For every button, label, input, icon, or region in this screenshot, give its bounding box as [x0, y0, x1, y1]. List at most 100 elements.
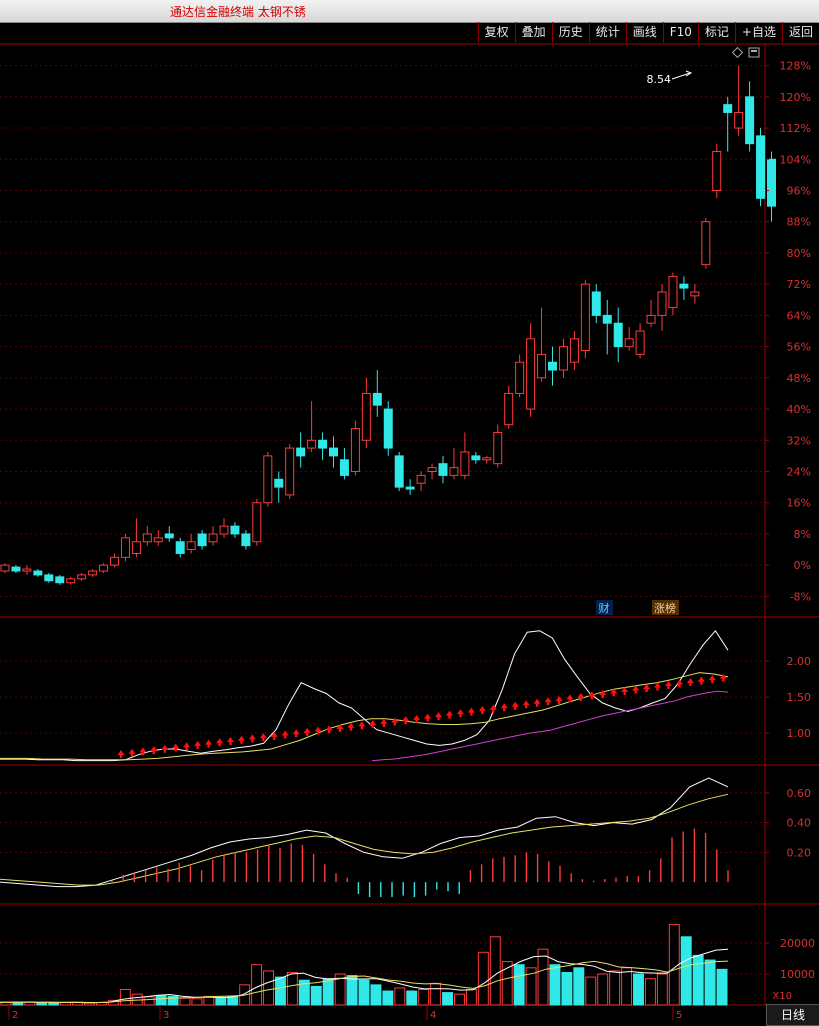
candle[interactable]	[723, 96, 733, 152]
window-icon[interactable]	[748, 47, 760, 58]
candle-body	[219, 525, 229, 535]
candle[interactable]	[131, 518, 141, 558]
candle[interactable]	[745, 81, 755, 152]
candle-body	[569, 338, 579, 363]
candle[interactable]	[208, 526, 218, 546]
candle[interactable]	[285, 444, 295, 499]
candle[interactable]	[230, 522, 240, 538]
daily-period-tab[interactable]: 日线	[766, 1004, 819, 1026]
candle[interactable]	[756, 128, 766, 207]
candle[interactable]	[263, 451, 273, 507]
candle[interactable]	[197, 530, 207, 550]
candle[interactable]	[361, 377, 371, 449]
candle[interactable]	[712, 143, 722, 199]
candle[interactable]	[394, 451, 404, 492]
candle[interactable]	[164, 526, 174, 542]
candle[interactable]	[482, 455, 492, 464]
candle-body	[230, 525, 240, 535]
candle[interactable]	[175, 537, 185, 558]
candle[interactable]	[504, 385, 514, 429]
candle-body	[77, 574, 87, 580]
candle[interactable]	[416, 471, 426, 492]
candle[interactable]	[33, 569, 43, 577]
volume-bar	[382, 990, 394, 1006]
candle[interactable]	[88, 569, 98, 577]
candle[interactable]	[252, 498, 262, 546]
y-tick-label: 0%	[794, 559, 811, 572]
candle[interactable]	[405, 479, 415, 495]
candle[interactable]	[646, 299, 656, 328]
candle-body	[657, 291, 667, 316]
candle[interactable]	[44, 572, 54, 583]
candle[interactable]	[679, 276, 689, 300]
candle[interactable]	[624, 327, 634, 351]
candle[interactable]	[515, 354, 525, 398]
candle[interactable]	[427, 463, 437, 480]
candle-body	[690, 291, 700, 297]
volume-bar	[36, 1002, 48, 1006]
candle[interactable]	[558, 338, 568, 378]
candle[interactable]	[438, 455, 448, 484]
y-tick-label: 2.00	[787, 655, 812, 668]
candle[interactable]	[307, 401, 317, 452]
diamond-icon[interactable]	[731, 46, 744, 59]
candle[interactable]	[460, 432, 470, 480]
candle[interactable]	[329, 436, 338, 468]
candle[interactable]	[635, 323, 645, 359]
candle[interactable]	[66, 576, 76, 585]
candle[interactable]	[372, 370, 382, 417]
candle[interactable]	[296, 432, 306, 468]
volume-bar	[465, 989, 477, 1006]
candle[interactable]	[11, 565, 21, 573]
candle[interactable]	[493, 424, 503, 468]
candle[interactable]	[186, 533, 196, 554]
candle[interactable]	[110, 553, 119, 568]
volume-bar	[633, 973, 644, 1006]
candle[interactable]	[120, 533, 130, 562]
signal-arrow	[500, 703, 508, 712]
chart-area[interactable]: 128%120%112%104%96%88%80%72%64%56%48%40%…	[0, 0, 819, 1025]
candle-body	[504, 392, 514, 426]
candle[interactable]	[77, 572, 87, 581]
candle[interactable]	[701, 217, 711, 269]
candle[interactable]	[22, 565, 32, 575]
candle[interactable]	[591, 284, 601, 324]
candle[interactable]	[537, 307, 547, 382]
candle[interactable]	[734, 65, 744, 136]
volume-bar	[549, 964, 561, 1006]
signal-arrow	[259, 733, 267, 742]
candle[interactable]	[350, 420, 360, 476]
candle[interactable]	[569, 331, 579, 371]
candle[interactable]	[767, 151, 776, 222]
y-tick-label: 16%	[787, 497, 811, 510]
candle[interactable]	[668, 272, 678, 316]
candle[interactable]	[241, 530, 251, 550]
signal-arrow	[237, 735, 245, 744]
candle[interactable]	[318, 432, 328, 460]
candle-body	[493, 431, 503, 465]
volume-bar	[286, 971, 298, 1006]
candle[interactable]	[153, 530, 163, 546]
candle[interactable]	[383, 401, 393, 456]
candle[interactable]	[274, 471, 284, 503]
volume-bar	[370, 984, 382, 1006]
y-tick-label: 56%	[787, 341, 811, 354]
candle[interactable]	[471, 451, 481, 464]
candle[interactable]	[690, 284, 700, 304]
candle[interactable]	[142, 526, 152, 546]
candle-body	[394, 455, 404, 488]
candle[interactable]	[219, 518, 229, 538]
candle[interactable]	[548, 346, 557, 386]
candle[interactable]	[449, 448, 459, 480]
candle[interactable]	[55, 574, 65, 585]
candle[interactable]	[99, 563, 109, 573]
candle[interactable]	[339, 448, 349, 480]
candle[interactable]	[526, 323, 536, 417]
volume-bar	[573, 967, 585, 1006]
candle[interactable]	[0, 563, 10, 573]
candle[interactable]	[657, 284, 667, 331]
candle-body	[186, 541, 196, 551]
candle[interactable]	[580, 280, 590, 359]
candle-body	[296, 447, 306, 457]
candle-body	[449, 467, 459, 476]
